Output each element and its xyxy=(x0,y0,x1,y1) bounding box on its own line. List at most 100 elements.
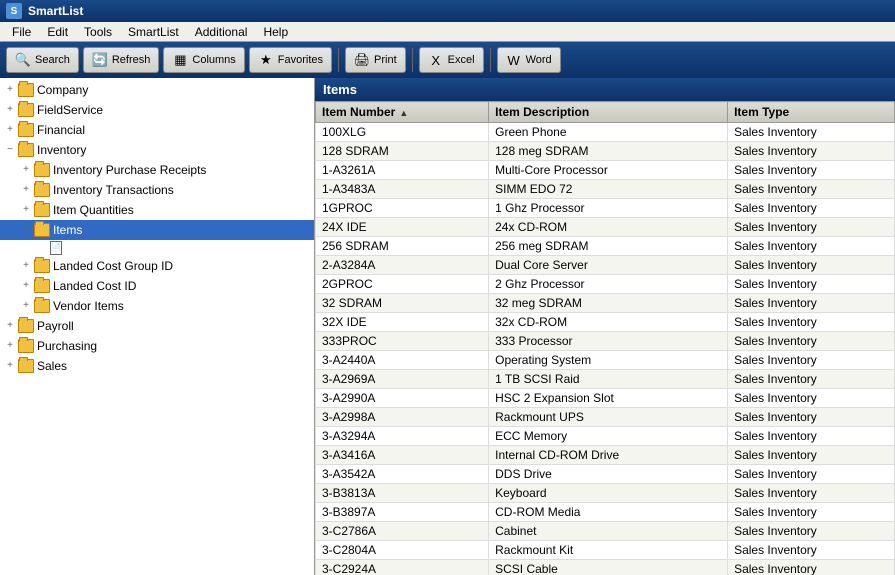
toolbar-btn-print[interactable]: 🖨Print xyxy=(345,47,406,73)
table-row[interactable]: 3-A2990AHSC 2 Expansion SlotSales Invent… xyxy=(316,389,895,408)
tree-expand-3[interactable] xyxy=(2,141,18,159)
tree-item-10[interactable]: Landed Cost ID xyxy=(0,276,314,296)
tree-expand-9[interactable] xyxy=(18,257,34,275)
table-row[interactable]: 100XLGGreen PhoneSales Inventory xyxy=(316,123,895,142)
sidebar-tree[interactable]: CompanyFieldServiceFinancialInventoryInv… xyxy=(0,78,315,575)
menu-bar: FileEditToolsSmartListAdditionalHelp xyxy=(0,22,895,42)
col-header-0[interactable]: Item Number▲ xyxy=(316,102,489,123)
cell-8-0: 2GPROC xyxy=(316,275,489,294)
tree-item-2[interactable]: Financial xyxy=(0,120,314,140)
tree-item-11[interactable]: Vendor Items xyxy=(0,296,314,316)
table-row[interactable]: 333PROC333 ProcessorSales Inventory xyxy=(316,332,895,351)
tree-expand-5[interactable] xyxy=(18,181,34,199)
tree-item-6[interactable]: Item Quantities xyxy=(0,200,314,220)
tree-expand-11[interactable] xyxy=(18,297,34,315)
col-header-2[interactable]: Item Type xyxy=(728,102,895,123)
table-row[interactable]: 3-A2969A1 TB SCSI RaidSales Inventory xyxy=(316,370,895,389)
menu-item-tools[interactable]: Tools xyxy=(76,23,120,41)
cell-18-2: Sales Inventory xyxy=(728,465,895,484)
cell-12-2: Sales Inventory xyxy=(728,351,895,370)
columns-label: Columns xyxy=(192,54,235,66)
table-row[interactable]: 256 SDRAM256 meg SDRAMSales Inventory xyxy=(316,237,895,256)
tree-label-2: Financial xyxy=(37,121,85,139)
toolbar-btn-word[interactable]: WWord xyxy=(497,47,561,73)
tree-expand-12[interactable] xyxy=(2,317,18,335)
tree-expand-14[interactable] xyxy=(2,357,18,375)
table-row[interactable]: 3-B3813AKeyboardSales Inventory xyxy=(316,484,895,503)
doc-icon-8: 📄 xyxy=(50,241,62,255)
cell-15-0: 3-A2998A xyxy=(316,408,489,427)
table-row[interactable]: 3-A3416AInternal CD-ROM DriveSales Inven… xyxy=(316,446,895,465)
tree-item-7[interactable]: Items xyxy=(0,220,314,240)
table-row[interactable]: 32X IDE32x CD-ROMSales Inventory xyxy=(316,313,895,332)
table-row[interactable]: 3-A2998ARackmount UPSSales Inventory xyxy=(316,408,895,427)
tree-item-14[interactable]: Sales xyxy=(0,356,314,376)
tree-item-9[interactable]: Landed Cost Group ID xyxy=(0,256,314,276)
toolbar-btn-excel[interactable]: XExcel xyxy=(419,47,484,73)
tree-label-0: Company xyxy=(37,81,88,99)
table-row[interactable]: 24X IDE24x CD-ROMSales Inventory xyxy=(316,218,895,237)
cell-16-0: 3-A3294A xyxy=(316,427,489,446)
tree-item-13[interactable]: Purchasing xyxy=(0,336,314,356)
toolbar-btn-columns[interactable]: ▦Columns xyxy=(163,47,244,73)
tree-item-8[interactable]: 📄 xyxy=(0,240,314,256)
table-scroll[interactable]: Item Number▲Item DescriptionItem Type 10… xyxy=(315,101,895,575)
folder-icon-13 xyxy=(18,339,34,353)
table-row[interactable]: 3-A2440AOperating SystemSales Inventory xyxy=(316,351,895,370)
table-row[interactable]: 3-A3294AECC MemorySales Inventory xyxy=(316,427,895,446)
tree-item-0[interactable]: Company xyxy=(0,80,314,100)
toolbar-btn-favorites[interactable]: ★Favorites xyxy=(249,47,332,73)
table-header-row: Item Number▲Item DescriptionItem Type xyxy=(316,102,895,123)
table-row[interactable]: 2-A3284ADual Core ServerSales Inventory xyxy=(316,256,895,275)
tree-expand-13[interactable] xyxy=(2,337,18,355)
table-row[interactable]: 32 SDRAM32 meg SDRAMSales Inventory xyxy=(316,294,895,313)
table-row[interactable]: 1-A3261AMulti-Core ProcessorSales Invent… xyxy=(316,161,895,180)
cell-16-1: ECC Memory xyxy=(489,427,728,446)
table-row[interactable]: 1-A3483ASIMM EDO 72Sales Inventory xyxy=(316,180,895,199)
cell-23-0: 3-C2924A xyxy=(316,560,489,575)
folder-icon-1 xyxy=(18,103,34,117)
tree-expand-4[interactable] xyxy=(18,161,34,179)
table-row[interactable]: 3-A3542ADDS DriveSales Inventory xyxy=(316,465,895,484)
cell-0-1: Green Phone xyxy=(489,123,728,142)
table-row[interactable]: 128 SDRAM128 meg SDRAMSales Inventory xyxy=(316,142,895,161)
menu-item-edit[interactable]: Edit xyxy=(39,23,76,41)
menu-item-help[interactable]: Help xyxy=(255,23,296,41)
table-row[interactable]: 2GPROC2 Ghz ProcessorSales Inventory xyxy=(316,275,895,294)
tree-item-5[interactable]: Inventory Transactions xyxy=(0,180,314,200)
cell-23-2: Sales Inventory xyxy=(728,560,895,575)
tree-expand-1[interactable] xyxy=(2,101,18,119)
tree-expand-7[interactable] xyxy=(18,221,34,239)
table-row[interactable]: 3-C2804ARackmount KitSales Inventory xyxy=(316,541,895,560)
cell-17-1: Internal CD-ROM Drive xyxy=(489,446,728,465)
cell-13-0: 3-A2969A xyxy=(316,370,489,389)
tree-item-3[interactable]: Inventory xyxy=(0,140,314,160)
tree-expand-2[interactable] xyxy=(2,121,18,139)
folder-icon-11 xyxy=(34,299,50,313)
tree-expand-0[interactable] xyxy=(2,81,18,99)
cell-14-1: HSC 2 Expansion Slot xyxy=(489,389,728,408)
tree-label-14: Sales xyxy=(37,357,67,375)
menu-item-additional[interactable]: Additional xyxy=(187,23,256,41)
cell-19-2: Sales Inventory xyxy=(728,484,895,503)
tree-item-1[interactable]: FieldService xyxy=(0,100,314,120)
menu-item-file[interactable]: File xyxy=(4,23,39,41)
cell-6-1: 256 meg SDRAM xyxy=(489,237,728,256)
cell-11-0: 333PROC xyxy=(316,332,489,351)
col-header-1[interactable]: Item Description xyxy=(489,102,728,123)
table-row[interactable]: 3-C2924ASCSI CableSales Inventory xyxy=(316,560,895,575)
menu-item-smartlist[interactable]: SmartList xyxy=(120,23,187,41)
toolbar-btn-refresh[interactable]: 🔄Refresh xyxy=(83,47,160,73)
cell-9-0: 32 SDRAM xyxy=(316,294,489,313)
tree-expand-10[interactable] xyxy=(18,277,34,295)
table-row[interactable]: 1GPROC1 Ghz ProcessorSales Inventory xyxy=(316,199,895,218)
cell-12-0: 3-A2440A xyxy=(316,351,489,370)
toolbar-btn-search[interactable]: 🔍Search xyxy=(6,47,79,73)
tree-expand-6[interactable] xyxy=(18,201,34,219)
table-row[interactable]: 3-B3897ACD-ROM MediaSales Inventory xyxy=(316,503,895,522)
search-icon: 🔍 xyxy=(15,52,31,68)
table-row[interactable]: 3-C2786ACabinetSales Inventory xyxy=(316,522,895,541)
tree-item-4[interactable]: Inventory Purchase Receipts xyxy=(0,160,314,180)
tree-item-12[interactable]: Payroll xyxy=(0,316,314,336)
tree-label-7: Items xyxy=(53,221,82,239)
